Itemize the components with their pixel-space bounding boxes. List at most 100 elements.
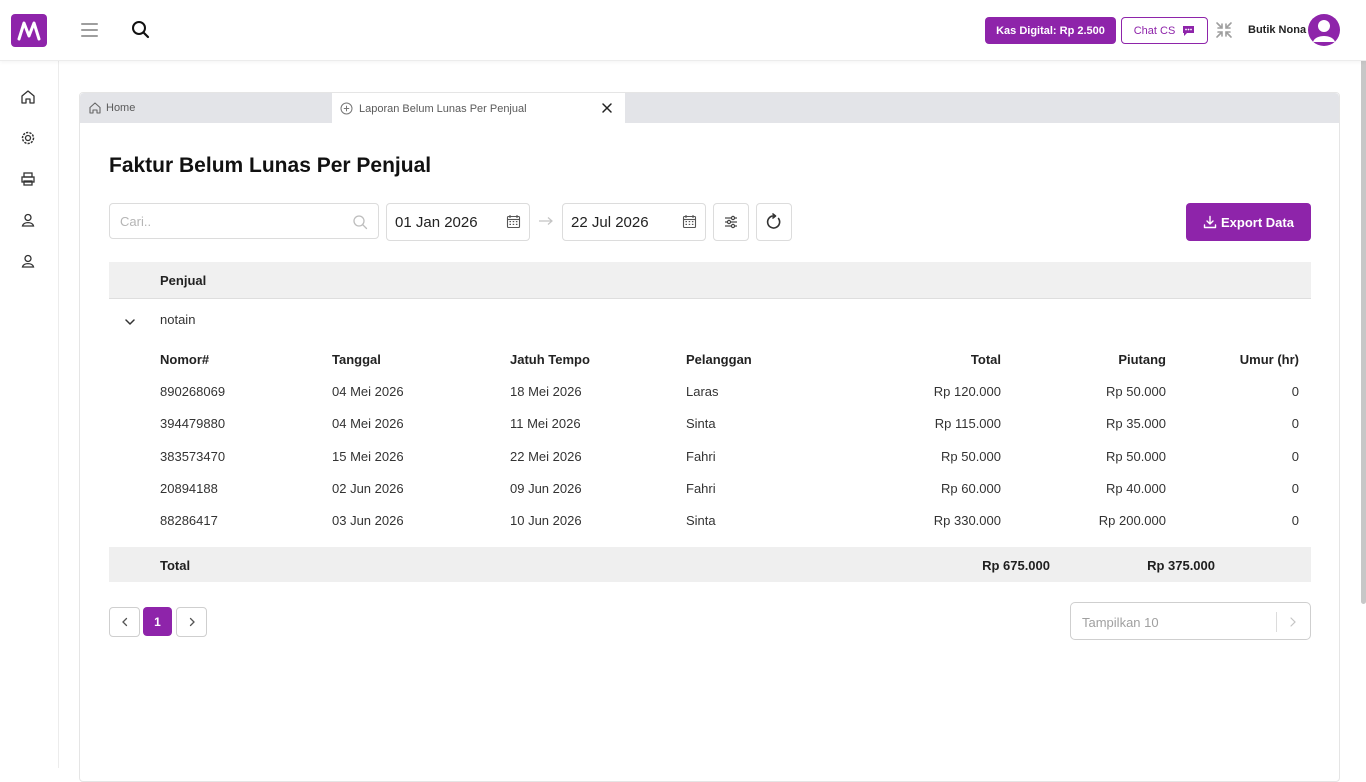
search-input[interactable] xyxy=(110,204,330,238)
total-label: Total xyxy=(160,558,191,573)
user-icon xyxy=(21,213,35,227)
chat-cs-button[interactable]: Chat CS xyxy=(1121,17,1208,44)
seller-group-name: notain xyxy=(160,312,196,327)
menu-toggle-icon[interactable] xyxy=(81,23,98,37)
page-size-select[interactable]: Tampilkan 10 xyxy=(1070,602,1311,640)
cell-pelanggan: Sinta xyxy=(686,416,716,431)
cell-tanggal: 04 Mei 2026 xyxy=(332,416,404,431)
user-avatar-icon xyxy=(1313,20,1335,42)
column-nomor: Nomor# xyxy=(160,352,210,367)
cell-jatuh-tempo: 09 Jun 2026 xyxy=(510,481,582,496)
avatar[interactable] xyxy=(1308,14,1340,46)
cell-piutang: Rp 40.000 xyxy=(1106,481,1166,496)
sidebar-item-settings[interactable] xyxy=(19,129,37,147)
sliders-icon xyxy=(725,215,737,229)
cell-umur: 0 xyxy=(1291,416,1299,431)
tab-laporan[interactable]: Laporan Belum Lunas Per Penjual xyxy=(332,93,625,124)
home-icon xyxy=(89,102,101,114)
cell-piutang: Rp 35.000 xyxy=(1106,416,1166,431)
column-umur: Umur (hr) xyxy=(1239,352,1299,367)
chat-cs-label: Chat CS xyxy=(1133,24,1176,37)
column-penjual: Penjual xyxy=(160,273,207,288)
sidebar-item-home[interactable] xyxy=(19,88,37,106)
cell-tanggal: 15 Mei 2026 xyxy=(332,449,404,464)
cell-total: Rp 60.000 xyxy=(941,481,1001,496)
chevron-right-icon xyxy=(189,617,195,627)
page-scrollbar[interactable] xyxy=(1361,0,1366,604)
logo-icon xyxy=(17,21,41,40)
sidebar xyxy=(0,61,59,768)
column-pelanggan: Pelanggan xyxy=(686,352,752,367)
report-card: Home Laporan Belum Lunas Per Penjual Fak… xyxy=(79,92,1340,782)
cell-pelanggan: Laras xyxy=(686,384,719,399)
close-icon[interactable] xyxy=(601,102,613,114)
cell-piutang: Rp 50.000 xyxy=(1106,384,1166,399)
calendar-icon xyxy=(506,215,521,229)
cell-piutang: Rp 200.000 xyxy=(1098,513,1166,528)
home-icon xyxy=(21,90,35,104)
sidebar-item-user-1[interactable] xyxy=(19,211,37,229)
cell-jatuh-tempo: 10 Jun 2026 xyxy=(510,513,582,528)
cell-piutang: Rp 50.000 xyxy=(1106,449,1166,464)
page-number-button[interactable]: 1 xyxy=(143,607,172,636)
date-to-picker[interactable]: 22 Jul 2026 xyxy=(562,203,706,241)
cell-umur: 0 xyxy=(1291,449,1299,464)
tab-home-label: Home xyxy=(106,102,136,114)
cell-total: Rp 330.000 xyxy=(933,513,1001,528)
cell-pelanggan: Fahri xyxy=(686,449,716,464)
plus-circle-icon xyxy=(340,102,353,115)
cell-nomor: 890268069 xyxy=(160,384,226,399)
search-icon xyxy=(353,215,368,230)
cell-umur: 0 xyxy=(1291,384,1299,399)
kas-digital-label: Kas Digital: Rp 2.500 xyxy=(996,24,1105,37)
table-header: Penjual xyxy=(109,262,1311,299)
sidebar-item-user-2[interactable] xyxy=(19,252,37,270)
collapse-icon[interactable] xyxy=(1215,21,1233,39)
date-to-value: 22 Jul 2026 xyxy=(571,213,649,231)
date-from-picker[interactable]: 01 Jan 2026 xyxy=(386,203,530,241)
prev-page-button[interactable] xyxy=(109,607,140,637)
user-name: Butik Nona xyxy=(1248,24,1307,36)
cell-nomor: 20894188 xyxy=(160,481,218,496)
page-size-label: Tampilkan 10 xyxy=(1082,615,1159,630)
chevron-left-icon xyxy=(121,617,127,627)
sidebar-item-print[interactable] xyxy=(19,170,37,188)
cell-jatuh-tempo: 11 Mei 2026 xyxy=(510,416,581,431)
cell-total: Rp 120.000 xyxy=(933,384,1001,399)
chevron-right-icon xyxy=(1290,617,1296,627)
calendar-icon xyxy=(682,215,697,229)
app-logo[interactable] xyxy=(11,14,47,47)
refresh-button[interactable] xyxy=(756,203,792,241)
printer-icon xyxy=(21,172,35,186)
next-page-button[interactable] xyxy=(176,607,207,637)
grand-total: Rp 675.000 xyxy=(982,558,1050,573)
search-field xyxy=(109,203,379,239)
table-footer: Total Rp 675.000 Rp 375.000 xyxy=(109,547,1311,582)
arrow-right-icon xyxy=(539,217,553,225)
column-total: Total xyxy=(970,352,1001,367)
page-title: Faktur Belum Lunas Per Penjual xyxy=(109,154,432,177)
divider xyxy=(1276,612,1277,632)
tab-bar: Home Laporan Belum Lunas Per Penjual xyxy=(80,93,1339,124)
tab-laporan-label: Laporan Belum Lunas Per Penjual xyxy=(359,102,527,115)
user-icon xyxy=(21,254,35,268)
kas-digital-button[interactable]: Kas Digital: Rp 2.500 xyxy=(985,17,1116,44)
settings-icon xyxy=(21,131,35,145)
cell-total: Rp 50.000 xyxy=(941,449,1001,464)
tab-home[interactable]: Home xyxy=(80,93,332,123)
cell-pelanggan: Sinta xyxy=(686,513,716,528)
cell-total: Rp 115.000 xyxy=(934,416,1001,431)
filter-button[interactable] xyxy=(713,203,749,241)
cell-pelanggan: Fahri xyxy=(686,481,716,496)
search-icon[interactable] xyxy=(131,20,151,40)
top-bar: Kas Digital: Rp 2.500 Chat CS Butik Nona xyxy=(0,0,1366,61)
cell-nomor: 394479880 xyxy=(160,416,226,431)
cell-umur: 0 xyxy=(1291,513,1299,528)
export-data-button[interactable]: Export Data xyxy=(1186,203,1311,241)
cell-tanggal: 02 Jun 2026 xyxy=(332,481,404,496)
download-icon xyxy=(1203,215,1217,229)
date-from-value: 01 Jan 2026 xyxy=(395,213,478,231)
column-piutang: Piutang xyxy=(1118,352,1166,367)
cell-tanggal: 04 Mei 2026 xyxy=(332,384,404,399)
chevron-down-icon[interactable] xyxy=(123,315,137,329)
